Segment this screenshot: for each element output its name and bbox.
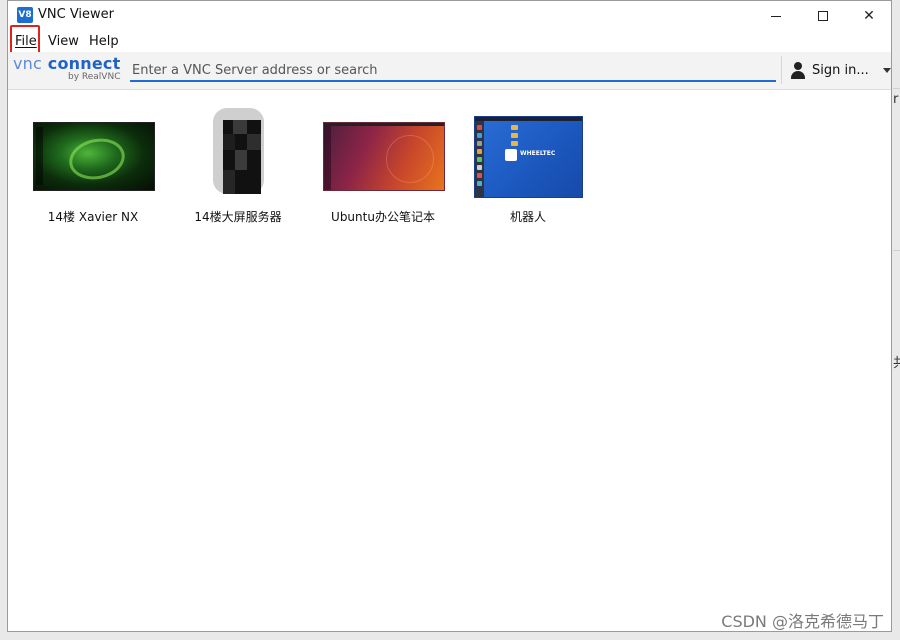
maximize-icon bbox=[818, 11, 828, 21]
thumbnail-wheeltec-desktop: WHEELTEC bbox=[474, 116, 583, 198]
chevron-down-icon bbox=[882, 67, 891, 73]
close-icon: ✕ bbox=[863, 8, 875, 24]
user-icon bbox=[789, 61, 807, 79]
wheeltec-brand-text: WHEELTEC bbox=[520, 150, 556, 157]
background-fragment: 共 bbox=[893, 356, 900, 371]
vnc-app-icon: V8 bbox=[17, 7, 33, 23]
minimize-icon bbox=[771, 15, 781, 17]
background-fragment: r bbox=[893, 92, 899, 107]
maximize-button[interactable] bbox=[800, 1, 846, 31]
computer-tile-label: Ubuntu办公笔记本 bbox=[331, 210, 435, 224]
thumbnail-nvidia-desktop bbox=[33, 122, 155, 191]
search-input[interactable] bbox=[130, 60, 776, 82]
sign-in-button[interactable]: Sign in... bbox=[789, 59, 891, 81]
computer-tile-label: 机器人 bbox=[509, 210, 546, 224]
menu-bar: File View Help bbox=[8, 31, 891, 52]
computer-tile-label: 14楼 Xavier NX bbox=[47, 210, 139, 224]
menu-view[interactable]: View bbox=[48, 32, 79, 51]
wheeltec-logo bbox=[505, 149, 517, 161]
title-bar: V8 VNC Viewer ✕ bbox=[8, 1, 891, 31]
toolbar-divider bbox=[781, 56, 782, 84]
computer-tile-label: 14楼大屏服务器 bbox=[194, 210, 282, 224]
logo-text-vnc: vnc bbox=[13, 54, 43, 73]
vnc-connect-logo: vnc connect bbox=[13, 54, 120, 73]
thumbnail-blurred-screen bbox=[211, 108, 266, 194]
menu-help[interactable]: Help bbox=[89, 32, 119, 51]
logo-text-connect: connect bbox=[47, 54, 121, 73]
thumbnail-ubuntu-desktop bbox=[323, 122, 445, 191]
watermark: CSDN @洛克希德马丁 bbox=[721, 612, 884, 631]
vnc-viewer-window: V8 VNC Viewer ✕ File View Help vnc conne… bbox=[7, 0, 892, 632]
close-button[interactable]: ✕ bbox=[846, 1, 892, 31]
file-menu-highlight bbox=[10, 25, 40, 54]
logo-subtitle: by RealVNC bbox=[68, 72, 121, 82]
minimize-button[interactable] bbox=[753, 1, 799, 31]
sign-in-label: Sign in... bbox=[812, 62, 869, 78]
window-title: VNC Viewer bbox=[38, 7, 115, 22]
address-book: 14楼 Xavier NX 14楼大屏服务器 Ubuntu办公笔记本 WHEEL… bbox=[8, 90, 891, 631]
toolbar: vnc connect by RealVNC Sign in... bbox=[8, 52, 891, 90]
